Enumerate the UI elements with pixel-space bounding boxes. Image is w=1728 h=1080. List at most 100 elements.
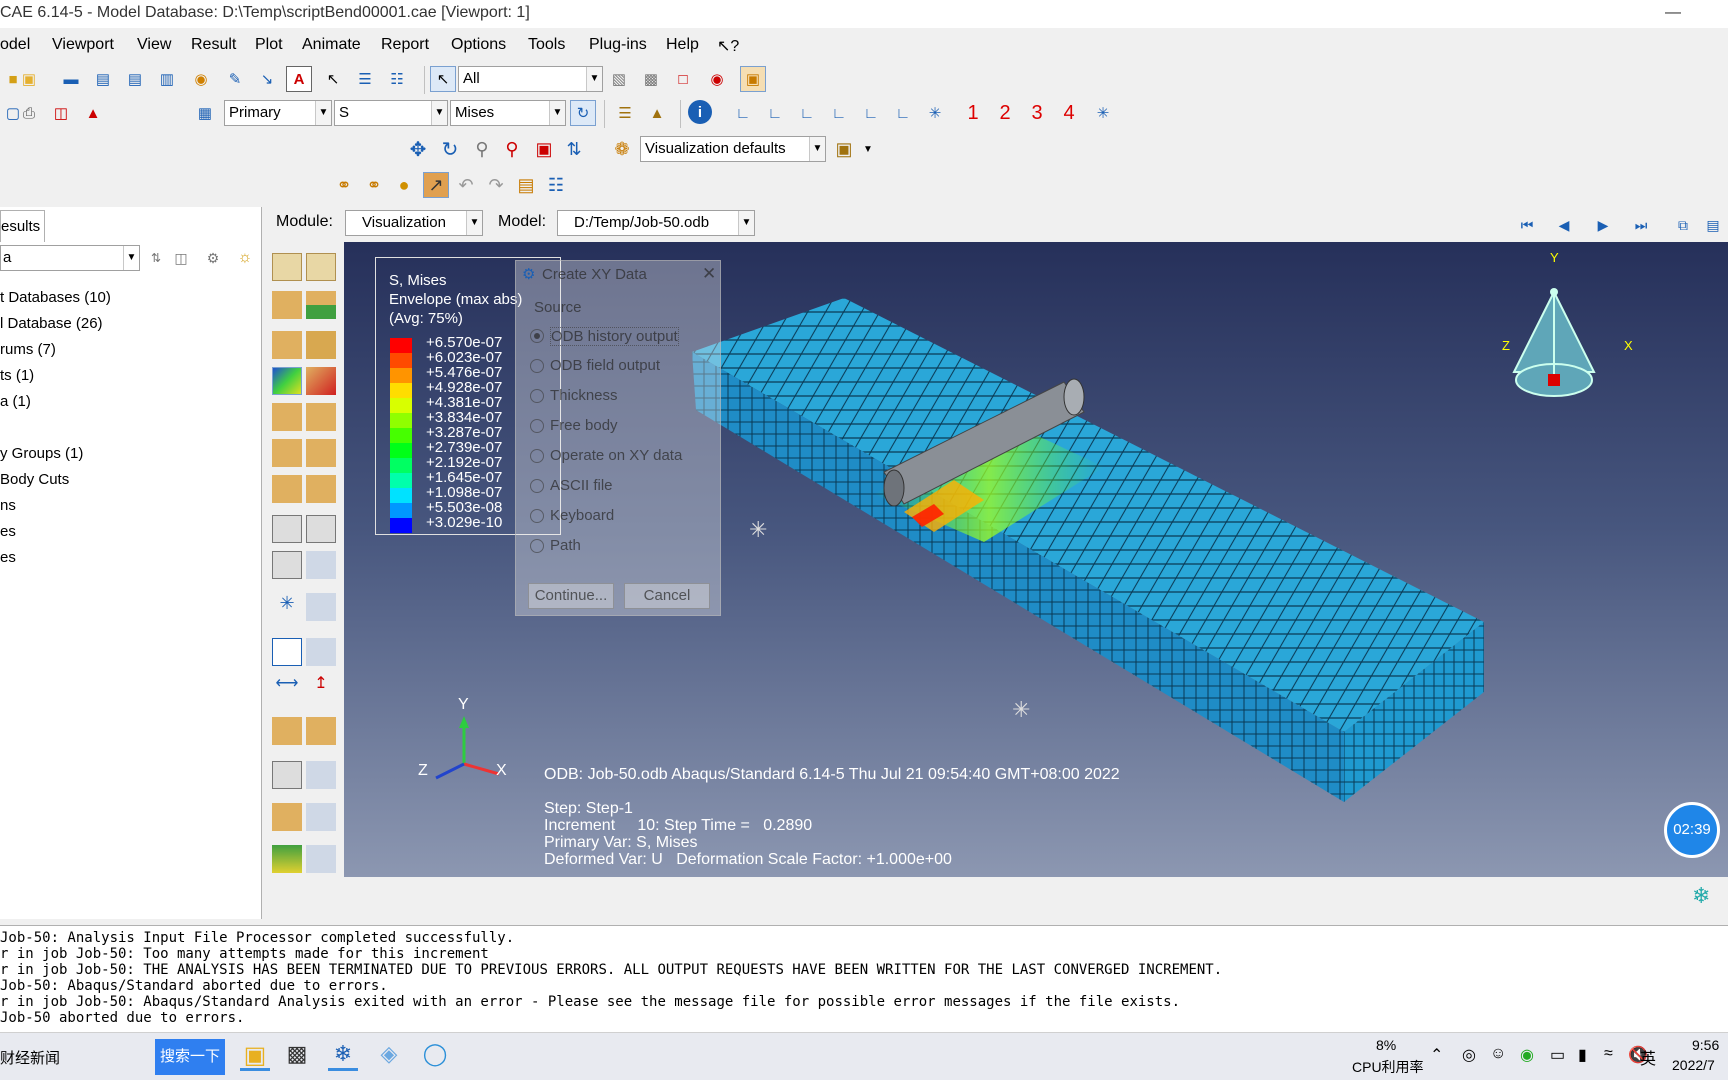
chevron-down-icon[interactable]: ▼: [586, 67, 602, 91]
auto-fit-icon[interactable]: ▣: [531, 136, 557, 162]
display-icon[interactable]: ▭: [1550, 1045, 1565, 1065]
radio-keyboard[interactable]: [530, 509, 544, 523]
chevron-down-icon[interactable]: ▼: [809, 137, 825, 161]
menu-view[interactable]: View: [137, 36, 171, 54]
replace-display-group-icon[interactable]: [306, 717, 336, 745]
battery-icon[interactable]: ▮: [1578, 1045, 1587, 1065]
menu-options[interactable]: Options: [451, 36, 506, 54]
odb-display-options-icon[interactable]: [272, 439, 302, 467]
viewport-list-icon[interactable]: ▤: [1700, 212, 1726, 238]
viewport-vertical-icon[interactable]: ▥: [154, 66, 180, 92]
file-explorer-icon[interactable]: ▣: [240, 1041, 270, 1071]
chevron-down-icon[interactable]: ▼: [315, 101, 331, 125]
abaqus-app-icon[interactable]: ❄: [328, 1041, 358, 1071]
stream-manager-icon[interactable]: [306, 803, 336, 831]
animate-save-icon[interactable]: [272, 551, 302, 579]
view-3-button[interactable]: 3: [1024, 100, 1050, 126]
free-body-manager-icon[interactable]: [306, 761, 336, 789]
chevron-up-icon[interactable]: ⌃: [1430, 1045, 1443, 1065]
clock-date[interactable]: 2022/7: [1672, 1057, 1715, 1073]
database-icon[interactable]: ◫: [48, 100, 74, 126]
options-list-icon[interactable]: ☷: [384, 66, 410, 92]
previous-frame-icon[interactable]: ◀: [1551, 212, 1577, 238]
chevron-down-icon[interactable]: ▼: [431, 101, 447, 125]
select-from-viewport-icon[interactable]: ▧: [606, 66, 632, 92]
viewport-tile-icon[interactable]: ▤: [90, 66, 116, 92]
tree-item-free-body-cuts[interactable]: Body Cuts: [0, 471, 69, 488]
menu-plugins[interactable]: Plug-ins: [589, 36, 647, 54]
export-icon[interactable]: ▲: [80, 100, 106, 126]
tree-item-streams[interactable]: ns: [0, 497, 16, 514]
xy-plot-icon[interactable]: ↥: [306, 673, 336, 701]
arrow-annotation-icon[interactable]: ↘: [254, 66, 280, 92]
view-cut-manager-icon[interactable]: [306, 593, 336, 621]
first-frame-icon[interactable]: ⏮: [1514, 212, 1540, 238]
radio-label[interactable]: Operate on XY data: [550, 447, 682, 464]
viewport-horizontal-icon[interactable]: ▤: [122, 66, 148, 92]
menu-plot[interactable]: Plot: [255, 36, 283, 54]
chevron-down-icon[interactable]: ▼: [466, 211, 482, 235]
animate-scale-factor-icon[interactable]: [272, 475, 302, 503]
chevron-down-icon[interactable]: ▼: [855, 136, 881, 162]
stream-icon[interactable]: [272, 803, 302, 831]
view-yz-icon[interactable]: ∟: [858, 100, 884, 126]
view-1-button[interactable]: 1: [960, 100, 986, 126]
frame-icon[interactable]: ☰: [612, 100, 638, 126]
menu-context-help[interactable]: ↖?: [717, 36, 739, 56]
cube-icon[interactable]: ▣: [16, 66, 42, 92]
plot-deformed-icon[interactable]: [306, 253, 336, 281]
annotation-text-icon[interactable]: ✎: [222, 66, 248, 92]
tree-item-paths[interactable]: es: [0, 523, 16, 540]
contour-options-icon[interactable]: [272, 367, 302, 395]
view-iso-icon[interactable]: ✳: [922, 100, 948, 126]
pointer-icon[interactable]: ↖: [320, 66, 346, 92]
edge-browser-icon[interactable]: ◯: [420, 1041, 450, 1071]
tree-filter-combo[interactable]: a ▼: [0, 245, 140, 271]
radio-label[interactable]: Free body: [550, 417, 618, 434]
filter-tree-icon[interactable]: ⚙: [200, 245, 226, 271]
radio-operate-on-xy-data[interactable]: [530, 449, 544, 463]
allow-multiple-plots-icon[interactable]: [306, 331, 336, 359]
animation-list-icon[interactable]: [306, 551, 336, 579]
search-button[interactable]: 搜索一下: [155, 1039, 225, 1075]
selection-filter-combo[interactable]: All ▼: [458, 66, 603, 92]
field-invariant-combo[interactable]: Mises ▼: [450, 100, 566, 126]
print-icon[interactable]: ⎙: [16, 100, 42, 126]
clock-time[interactable]: 9:56: [1692, 1037, 1719, 1053]
cycle-view-icon[interactable]: ⇅: [561, 136, 587, 162]
info-icon[interactable]: i: [688, 100, 712, 124]
create-xy-data-dialog[interactable]: ⚙ Create XY Data ✕ Source ODB history ou…: [515, 260, 721, 616]
plot-undeformed-icon[interactable]: [272, 253, 302, 281]
radio-odb-field-output[interactable]: [530, 359, 544, 373]
plot-symbols-icon[interactable]: [306, 291, 336, 319]
common-options-icon[interactable]: [272, 403, 302, 431]
radio-free-body[interactable]: [530, 419, 544, 433]
tree-item-model-database[interactable]: l Database (26): [0, 315, 103, 332]
animation-options-icon[interactable]: [306, 515, 336, 543]
display-body-icon[interactable]: ●: [391, 172, 417, 198]
tree-item-cuts[interactable]: es: [0, 549, 16, 566]
tree-item-display-groups[interactable]: y Groups (1): [0, 445, 83, 462]
tree-item-spectrums[interactable]: rums (7): [0, 341, 56, 358]
animate-time-history-icon[interactable]: [306, 475, 336, 503]
probe-values-icon[interactable]: [272, 845, 302, 873]
radio-ascii-file[interactable]: [530, 479, 544, 493]
table-icon[interactable]: ☷: [543, 172, 569, 198]
terminal-icon[interactable]: ▩: [282, 1041, 312, 1071]
rotate-icon[interactable]: ↻: [437, 136, 463, 162]
menu-help[interactable]: Help: [666, 36, 699, 54]
qq-icon[interactable]: ☺: [1490, 1045, 1506, 1063]
view-4-button[interactable]: 4: [1056, 100, 1082, 126]
free-body-cut-icon[interactable]: [272, 761, 302, 789]
create-path-icon[interactable]: ⟷: [272, 673, 302, 701]
tree-item-xyplots[interactable]: ts (1): [0, 367, 34, 384]
input-method-indicator[interactable]: 英: [1640, 1045, 1656, 1069]
minimize-button[interactable]: —: [1650, 0, 1696, 28]
text-annotation-icon[interactable]: A: [286, 66, 312, 92]
custom-view-icon[interactable]: ✳: [1090, 100, 1116, 126]
viewport-single-icon[interactable]: ▬: [58, 66, 84, 92]
cancel-button[interactable]: Cancel: [624, 583, 710, 609]
menu-report[interactable]: Report: [381, 36, 429, 54]
lightbulb-icon[interactable]: ☼: [232, 245, 258, 271]
create-display-group-icon[interactable]: [272, 717, 302, 745]
